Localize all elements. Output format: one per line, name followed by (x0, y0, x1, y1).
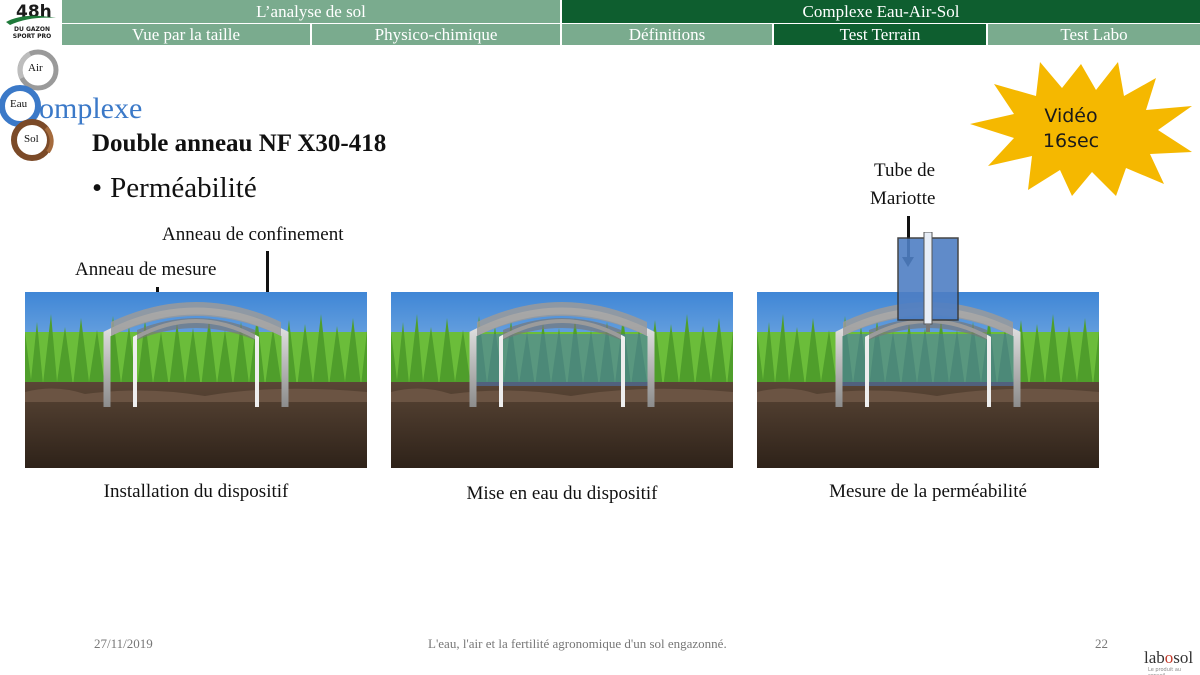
caption-installation: Installation du dispositif (103, 481, 289, 502)
cycle-sol-label: Sol (24, 133, 39, 145)
video-duration-label[interactable]: Vidéo 16sec (1022, 104, 1120, 154)
cycle-eau-label: Eau (10, 98, 28, 110)
annotation-anneau-confinement: Anneau de confinement (162, 224, 344, 245)
footer-center-text: L'eau, l'air et la fertilité agronomique… (428, 636, 727, 651)
image-mise-en-eau (391, 292, 733, 468)
slide-title: Double anneau NF X30-418 (92, 130, 387, 157)
nav-tab-complexe-eau-air-sol[interactable]: Complexe Eau-Air-Sol (562, 0, 1200, 23)
nav-bottom-row: Vue par la taille Physico-chimique Défin… (62, 24, 1200, 45)
caption-mesure: Mesure de la perméabilité (829, 481, 1027, 502)
mariotte-tube-icon (897, 232, 959, 332)
bullet-dot: • (92, 172, 103, 204)
footer-page-number: 22 (1095, 636, 1108, 651)
bullet-permeabilite: • Perméabilité (92, 172, 257, 204)
annotation-anneau-mesure: Anneau de mesure (75, 259, 217, 280)
nav-subtab-definitions[interactable]: Définitions (562, 24, 774, 45)
footer-date: 27/11/2019 (94, 636, 153, 651)
cycle-air-label: Air (28, 62, 43, 74)
annotation-tube-line1: Tube de (874, 160, 936, 181)
nav-subtab-vue-par-la-taille[interactable]: Vue par la taille (62, 24, 312, 45)
image-installation-dispositif (25, 292, 367, 468)
nav-subtab-test-labo[interactable]: Test Labo (988, 24, 1200, 45)
logo-subtitle: DU GAZON SPORT PRO (12, 26, 52, 40)
nav-subtab-physico-chimique[interactable]: Physico-chimique (312, 24, 562, 45)
labosol-tagline: Le produit au conseil (1148, 667, 1182, 675)
nav-top-row: L’analyse de sol Complexe Eau-Air-Sol (62, 0, 1200, 23)
nav-subtab-test-terrain[interactable]: Test Terrain (774, 24, 988, 45)
annotation-tube-line2: Mariotte (870, 188, 936, 209)
nav-tab-analyse-de-sol[interactable]: L’analyse de sol (62, 0, 562, 23)
caption-mise-en-eau: Mise en eau du dispositif (466, 483, 658, 504)
labosol-logo: labosol (1144, 648, 1194, 667)
complexe-title: omplexe (39, 92, 143, 125)
48h-logo: 48h DU GAZON SPORT PRO (4, 2, 58, 42)
logo-swoosh-icon (6, 15, 56, 25)
